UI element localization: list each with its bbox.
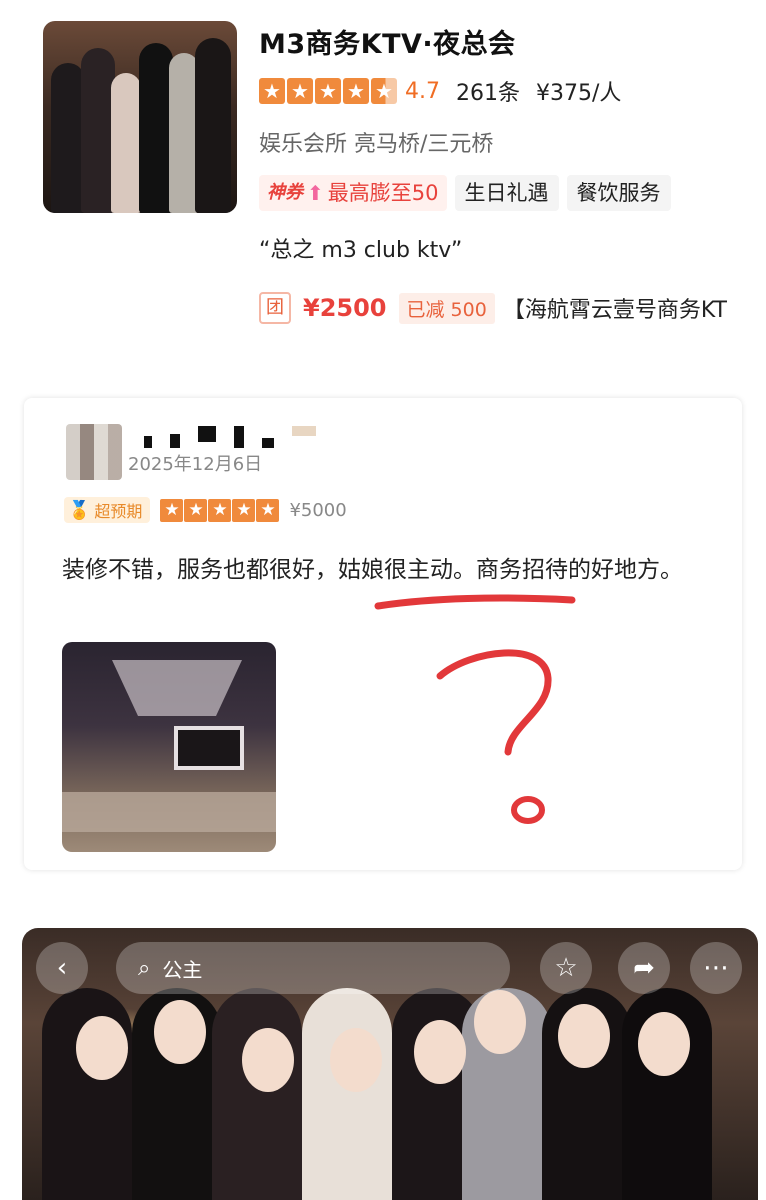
share-button[interactable]: ➦ — [618, 942, 670, 994]
gallery-face — [242, 1028, 294, 1092]
venue-listing-card[interactable]: M3商务KTV·夜总会 ★ ★ ★ ★ ★ 4.7 261条 ¥375/人 娱乐… — [0, 0, 766, 360]
gallery-face — [76, 1016, 128, 1080]
medal-icon: 🏅 — [68, 499, 91, 521]
avatar[interactable] — [66, 424, 122, 480]
back-button[interactable]: ‹ — [36, 942, 88, 994]
gallery-face — [638, 1012, 690, 1076]
star-icon: ★ — [184, 498, 208, 522]
star-icon: ★ — [287, 78, 313, 104]
more-icon: ⋯ — [703, 953, 729, 983]
star-icon: ★ — [343, 78, 369, 104]
review-stars: ★ ★ ★ ★ ★ — [160, 498, 280, 522]
coupon-label: 神券 — [267, 182, 303, 203]
group-deal-row[interactable]: 团 ¥2500 已减 500 【海航霄云壹号商务KT — [259, 290, 766, 326]
thumbnail-figure — [139, 43, 173, 213]
deal-discount: 已减 500 — [398, 292, 495, 324]
gallery-face — [414, 1020, 466, 1084]
tag-row: 神券 ⬆ 最高膨至50 生日礼遇 餐饮服务 — [259, 175, 671, 211]
gallery-face — [474, 990, 526, 1054]
gallery-face — [154, 1000, 206, 1064]
search-query: 公主 — [162, 957, 203, 982]
review-date: 2025年12月6日 — [128, 454, 263, 475]
review-card: 2025年12月6日 🏅 超预期 ★ ★ ★ ★ ★ ¥5000 装修不错，服务… — [24, 398, 742, 870]
category-location: 娱乐会所 亮马桥/三元桥 — [259, 132, 494, 157]
star-icon: ☆ — [554, 953, 578, 983]
search-bar[interactable]: ⌕ 公主 — [116, 942, 510, 994]
half-star-icon: ★ — [371, 78, 397, 104]
group-deal-badge: 团 — [259, 292, 291, 324]
chevron-left-icon: ‹ — [56, 953, 68, 983]
star-icon: ★ — [208, 498, 232, 522]
deal-price: ¥2500 — [303, 294, 387, 322]
review-text: 装修不错，服务也都很好，姑娘很主动。商务招待的好地方。 — [62, 557, 683, 583]
venue-title[interactable]: M3商务KTV·夜总会 — [259, 22, 516, 61]
favorite-button[interactable]: ☆ — [540, 942, 592, 994]
star-icon: ★ — [259, 78, 285, 104]
tag-dining[interactable]: 餐饮服务 — [566, 175, 671, 211]
star-icon: ★ — [232, 498, 256, 522]
more-button[interactable]: ⋯ — [690, 942, 742, 994]
gallery-person — [212, 988, 302, 1200]
star-icon: ★ — [160, 498, 184, 522]
badge-label: 超预期 — [94, 502, 143, 521]
gallery-face — [330, 1028, 382, 1092]
review-price: ¥5000 — [289, 499, 347, 521]
thumbnail-figure — [81, 48, 115, 213]
venue-thumbnail[interactable] — [43, 21, 237, 213]
star-icon: ★ — [256, 498, 280, 522]
thumbnail-figure — [195, 38, 231, 213]
thumbnail-figure — [111, 73, 141, 213]
price-per-person: ¥375/人 — [536, 81, 622, 106]
arrow-up-icon: ⬆ — [307, 181, 324, 205]
thumbnail-figure — [51, 63, 85, 213]
gallery-person — [302, 988, 392, 1200]
venue-photo-gallery[interactable]: ‹ ⌕ 公主 ☆ ➦ ⋯ — [22, 928, 758, 1200]
star-icon: ★ — [315, 78, 341, 104]
rating-value: 4.7 — [405, 78, 440, 104]
review-count[interactable]: 261条 — [456, 75, 520, 107]
review-meta: 🏅 超预期 ★ ★ ★ ★ ★ ¥5000 — [64, 497, 347, 523]
share-icon: ➦ — [633, 953, 655, 983]
search-icon: ⌕ — [138, 955, 151, 981]
photo-ceiling — [112, 660, 242, 716]
coupon-text: 最高膨至50 — [327, 181, 439, 205]
photo-sofa — [62, 792, 276, 832]
rating-row: ★ ★ ★ ★ ★ 4.7 261条 ¥375/人 — [259, 75, 622, 107]
gallery-person — [42, 988, 132, 1200]
exceed-expectation-badge: 🏅 超预期 — [64, 497, 151, 523]
venue-quote: “总之 m3 club ktv” — [259, 238, 463, 263]
rating-stars: ★ ★ ★ ★ ★ — [259, 78, 397, 104]
photo-tv-screen — [174, 726, 244, 770]
tag-birthday[interactable]: 生日礼遇 — [454, 175, 559, 211]
reviewer-name-redacted — [144, 426, 316, 448]
gallery-face — [558, 1004, 610, 1068]
review-photo[interactable] — [62, 642, 276, 852]
deal-name: 【海航霄云壹号商务KT — [502, 298, 727, 323]
coupon-tag[interactable]: 神券 ⬆ 最高膨至50 — [259, 175, 447, 211]
